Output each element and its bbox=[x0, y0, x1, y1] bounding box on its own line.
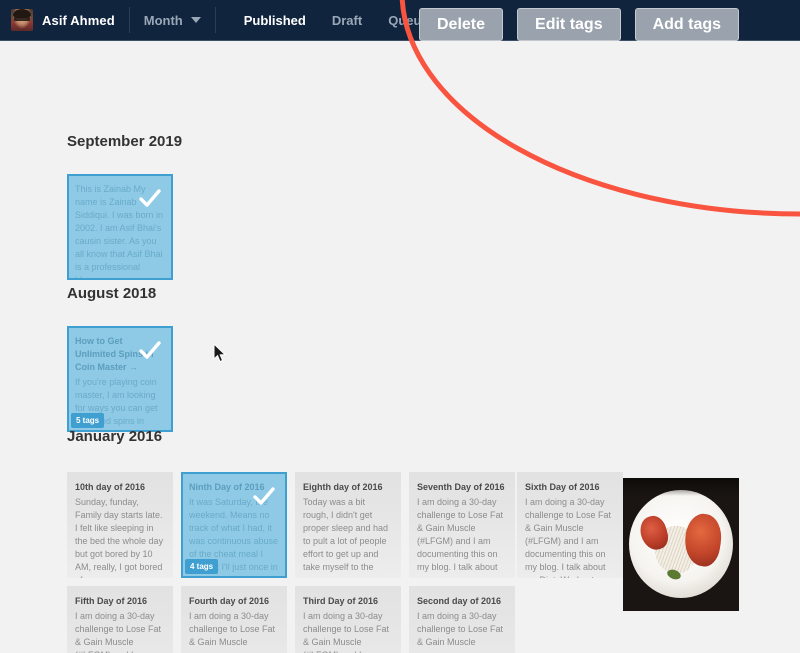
post-card-title: How to Get Unlimited Spins in Coin Maste… bbox=[75, 336, 154, 372]
post-card-body: I am doing a 30-day challenge to Lose Fa… bbox=[417, 611, 504, 647]
delete-button[interactable]: Delete bbox=[419, 8, 504, 41]
edit-tags-button[interactable]: Edit tags bbox=[517, 8, 621, 41]
top-navigation-bar: Asif Ahmed Month Published Draft Queued … bbox=[0, 0, 800, 41]
post-card[interactable]: Sixth Day of 2016 I am doing a 30-day ch… bbox=[517, 472, 623, 578]
tab-draft[interactable]: Draft bbox=[332, 13, 362, 28]
bulk-action-toolbar: Delete Edit tags Add tags bbox=[419, 8, 740, 41]
post-card-body: I am doing a 30-day challenge to Lose Fa… bbox=[417, 497, 504, 572]
chevron-down-icon bbox=[190, 17, 201, 23]
post-card-title: Eighth day of 2016 bbox=[303, 482, 383, 492]
tab-published[interactable]: Published bbox=[244, 13, 306, 28]
post-card-title: Fourth day of 2016 bbox=[189, 596, 270, 606]
post-card-body: This is Zainab My name is Zainab Siddiqu… bbox=[75, 184, 164, 280]
post-card-title: Fifth Day of 2016 bbox=[75, 596, 148, 606]
post-card-body: I am doing a 30-day challenge to Lose Fa… bbox=[303, 611, 390, 653]
post-card-title: 10th day of 2016 bbox=[75, 482, 146, 492]
post-card[interactable]: Ninth Day of 2016 It was Saturday, the w… bbox=[181, 472, 287, 578]
post-card[interactable]: Fourth day of 2016 I am doing a 30-day c… bbox=[181, 586, 287, 653]
post-card[interactable]: How to Get Unlimited Spins in Coin Maste… bbox=[67, 326, 173, 432]
post-card-photo[interactable] bbox=[623, 478, 739, 611]
post-card[interactable]: This is Zainab My name is Zainab Siddiqu… bbox=[67, 174, 173, 280]
avatar-glasses bbox=[14, 17, 30, 21]
post-card-body: I am doing a 30-day challenge to Lose Fa… bbox=[525, 497, 612, 578]
posts-grid-content: September 2019 This is Zainab My name is… bbox=[0, 41, 800, 653]
month-heading-september-2019: September 2019 bbox=[67, 133, 183, 150]
post-card[interactable]: Third Day of 2016 I am doing a 30-day ch… bbox=[295, 586, 401, 653]
post-card[interactable]: 10th day of 2016 Sunday, funday, Family … bbox=[67, 472, 173, 578]
month-heading-january-2016: January 2016 bbox=[67, 428, 163, 445]
post-card-title: Second day of 2016 bbox=[417, 596, 502, 606]
post-card[interactable]: Second day of 2016 I am doing a 30-day c… bbox=[409, 586, 515, 653]
post-card-title: Ninth Day of 2016 bbox=[189, 482, 265, 492]
month-filter-label: Month bbox=[143, 12, 183, 28]
month-heading-august-2018: August 2018 bbox=[67, 285, 157, 302]
nav-divider bbox=[128, 7, 130, 33]
post-card-body: I am doing a 30-day challenge to Lose Fa… bbox=[75, 611, 162, 653]
tags-badge: 4 tags bbox=[185, 559, 219, 574]
nav-left-group: Asif Ahmed Month Published Draft Queued bbox=[0, 0, 437, 40]
avatar[interactable] bbox=[11, 9, 33, 31]
photo-top-shadow bbox=[623, 478, 739, 496]
tags-badge: 5 tags bbox=[71, 413, 105, 428]
post-card-title: Seventh Day of 2016 bbox=[417, 482, 505, 492]
month-filter-dropdown[interactable]: Month bbox=[144, 13, 201, 28]
post-card[interactable]: Eighth day of 2016 Today was a bit rough… bbox=[295, 472, 401, 578]
add-tags-button[interactable]: Add tags bbox=[634, 8, 740, 41]
post-card-body: I am doing a 30-day challenge to Lose Fa… bbox=[189, 611, 276, 647]
username-label: Asif Ahmed bbox=[42, 12, 115, 28]
post-card-body: Today was a bit rough, I didn't get prop… bbox=[303, 497, 389, 572]
post-card[interactable]: Fifth Day of 2016 I am doing a 30-day ch… bbox=[67, 586, 173, 653]
post-card-body: Sunday, funday, Family day starts late. … bbox=[75, 497, 164, 578]
nav-divider-2 bbox=[214, 7, 216, 33]
post-card[interactable]: Seventh Day of 2016 I am doing a 30-day … bbox=[409, 472, 515, 578]
post-card-title: Third Day of 2016 bbox=[303, 596, 379, 606]
post-card-title: Sixth Day of 2016 bbox=[525, 482, 600, 492]
nav-tabs: Published Draft Queued bbox=[244, 13, 437, 28]
